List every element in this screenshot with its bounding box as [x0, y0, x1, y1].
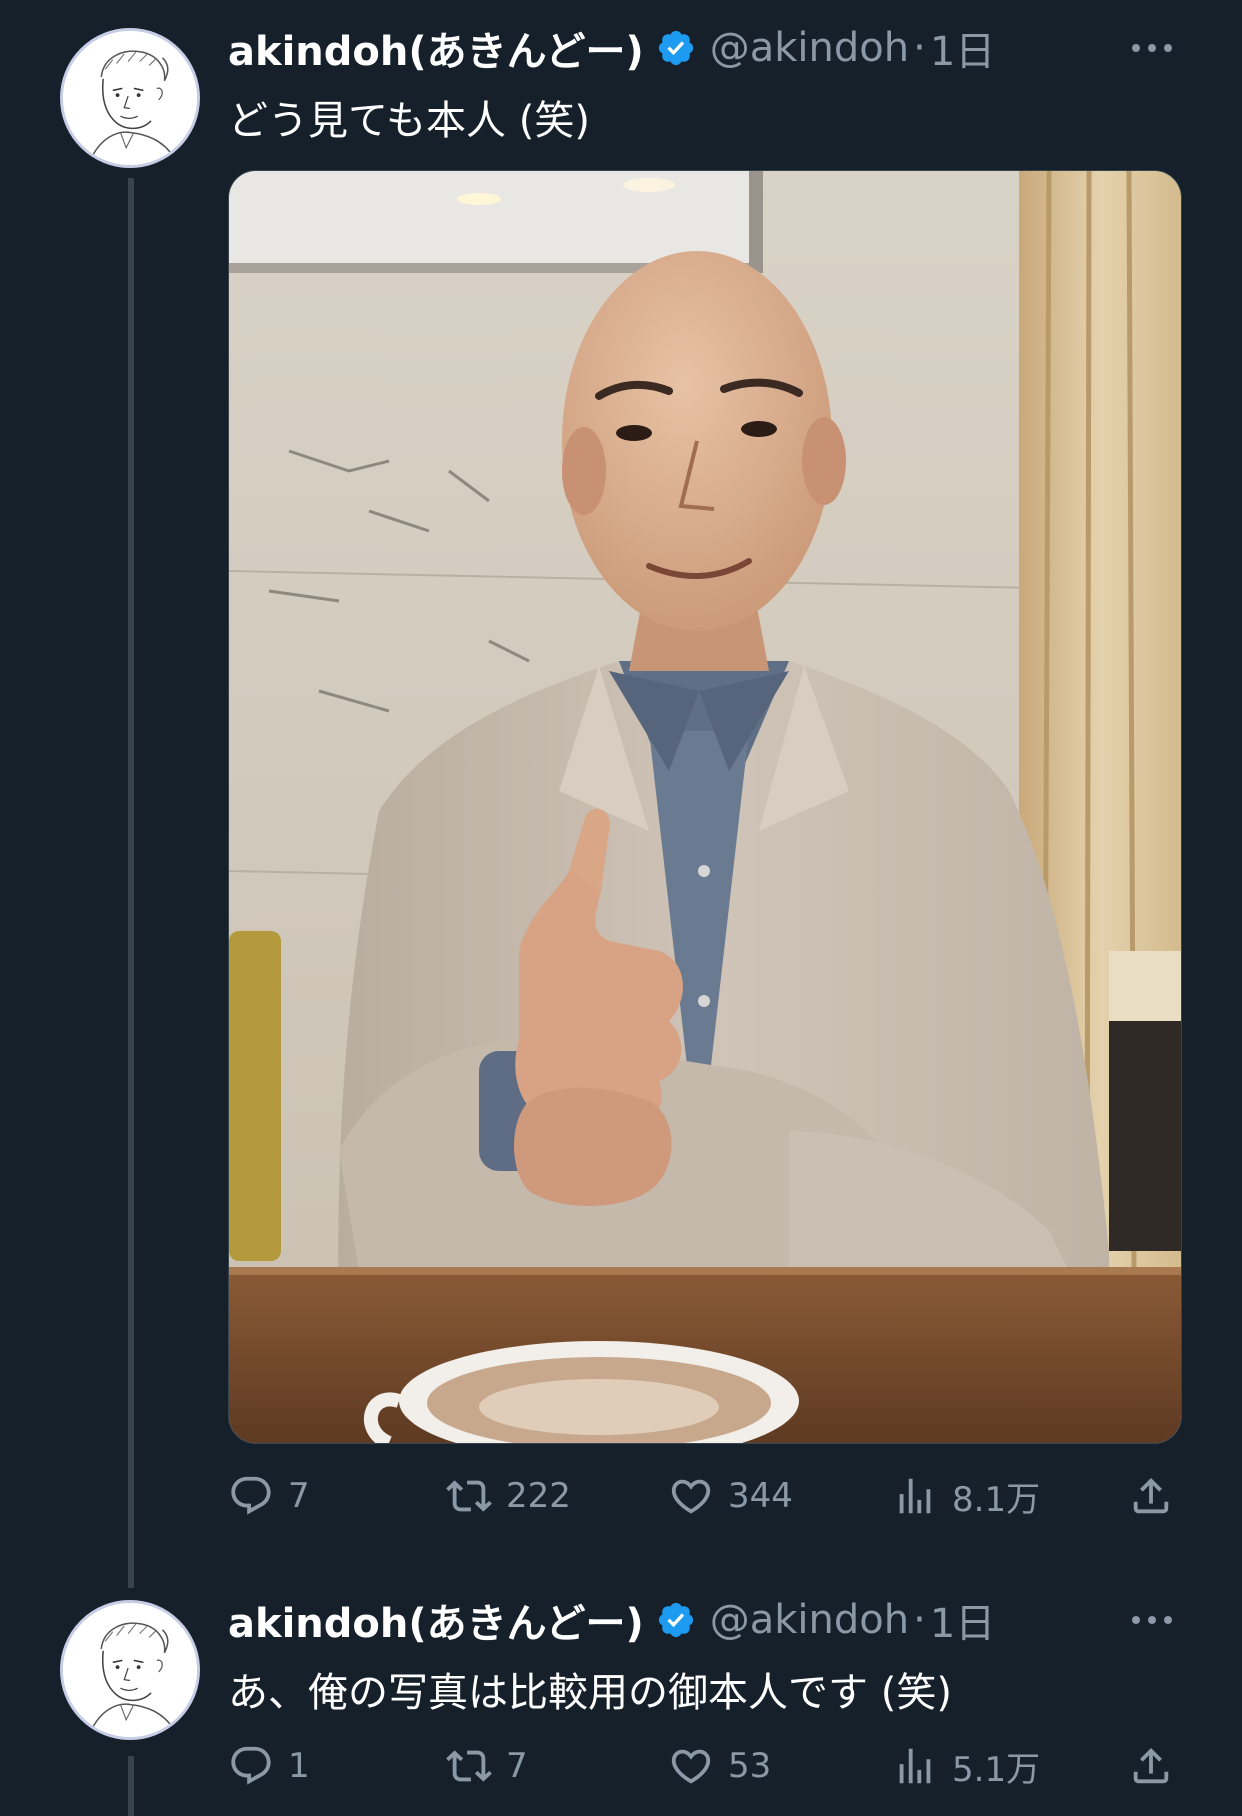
like-button[interactable]: 53	[668, 1736, 771, 1796]
like-count: 53	[728, 1746, 772, 1786]
share-button[interactable]	[1128, 1736, 1174, 1796]
more-options-icon[interactable]	[1128, 38, 1176, 58]
reply-button[interactable]: 7	[228, 1466, 310, 1526]
reply-icon	[231, 1476, 271, 1515]
views-chart-icon	[899, 1748, 931, 1784]
avatar-sketch-image	[63, 31, 197, 165]
verified-badge-icon	[656, 1600, 696, 1640]
thread-connector-line	[128, 178, 134, 1588]
verified-badge-icon	[656, 28, 696, 68]
timestamp[interactable]: 1日	[930, 19, 995, 77]
views-button[interactable]: 5.1万	[892, 1736, 1040, 1796]
share-icon	[1133, 1477, 1169, 1514]
reply-count: 7	[288, 1476, 310, 1516]
photo-person-thumbs-up	[229, 171, 1181, 1443]
avatar[interactable]	[60, 1600, 200, 1740]
avatar-sketch-image	[63, 1603, 197, 1737]
retweet-count: 222	[506, 1476, 571, 1516]
user-handle[interactable]: @akindoh	[710, 25, 909, 71]
reply-count: 1	[288, 1746, 310, 1786]
retweet-icon	[446, 1480, 492, 1512]
reply-icon	[231, 1746, 271, 1785]
retweet-icon	[446, 1750, 492, 1782]
reply-button[interactable]: 1	[228, 1736, 310, 1796]
views-count: 8.1万	[952, 1479, 1041, 1520]
thread-connector-line-next	[128, 1756, 134, 1816]
separator-dot: ·	[913, 25, 926, 71]
share-button[interactable]	[1128, 1466, 1174, 1526]
display-name[interactable]: akindoh(あきんどー)	[228, 19, 644, 77]
timestamp[interactable]: 1日	[930, 1591, 995, 1649]
views-count: 5.1万	[952, 1749, 1041, 1790]
tweet-header: akindoh(あきんどー) @akindoh · 1日	[228, 1590, 995, 1650]
retweet-count: 7	[506, 1746, 528, 1786]
share-icon	[1133, 1747, 1169, 1784]
separator-dot: ·	[913, 1597, 926, 1643]
retweet-button[interactable]: 7	[446, 1736, 528, 1796]
tweet-text: あ、俺の写真は比較用の御本人です (笑)	[228, 1670, 952, 1716]
tweet-header: akindoh(あきんどー) @akindoh · 1日	[228, 18, 995, 78]
views-button[interactable]: 8.1万	[892, 1466, 1040, 1526]
tweet-actions: 7 222 344 8.1万	[228, 1466, 1188, 1526]
avatar[interactable]	[60, 28, 200, 168]
views-chart-icon	[899, 1478, 931, 1514]
tweet-photo[interactable]	[228, 170, 1182, 1444]
display-name[interactable]: akindoh(あきんどー)	[228, 1591, 644, 1649]
retweet-button[interactable]: 222	[446, 1466, 571, 1526]
heart-icon	[671, 1479, 711, 1514]
tweet-actions: 1 7 53 5.1万	[228, 1736, 1188, 1796]
more-options-icon[interactable]	[1128, 1610, 1176, 1630]
like-button[interactable]: 344	[668, 1466, 793, 1526]
user-handle[interactable]: @akindoh	[710, 1597, 909, 1643]
heart-icon	[671, 1749, 711, 1784]
like-count: 344	[728, 1476, 793, 1516]
tweet-text: どう見ても本人 (笑)	[228, 98, 590, 144]
